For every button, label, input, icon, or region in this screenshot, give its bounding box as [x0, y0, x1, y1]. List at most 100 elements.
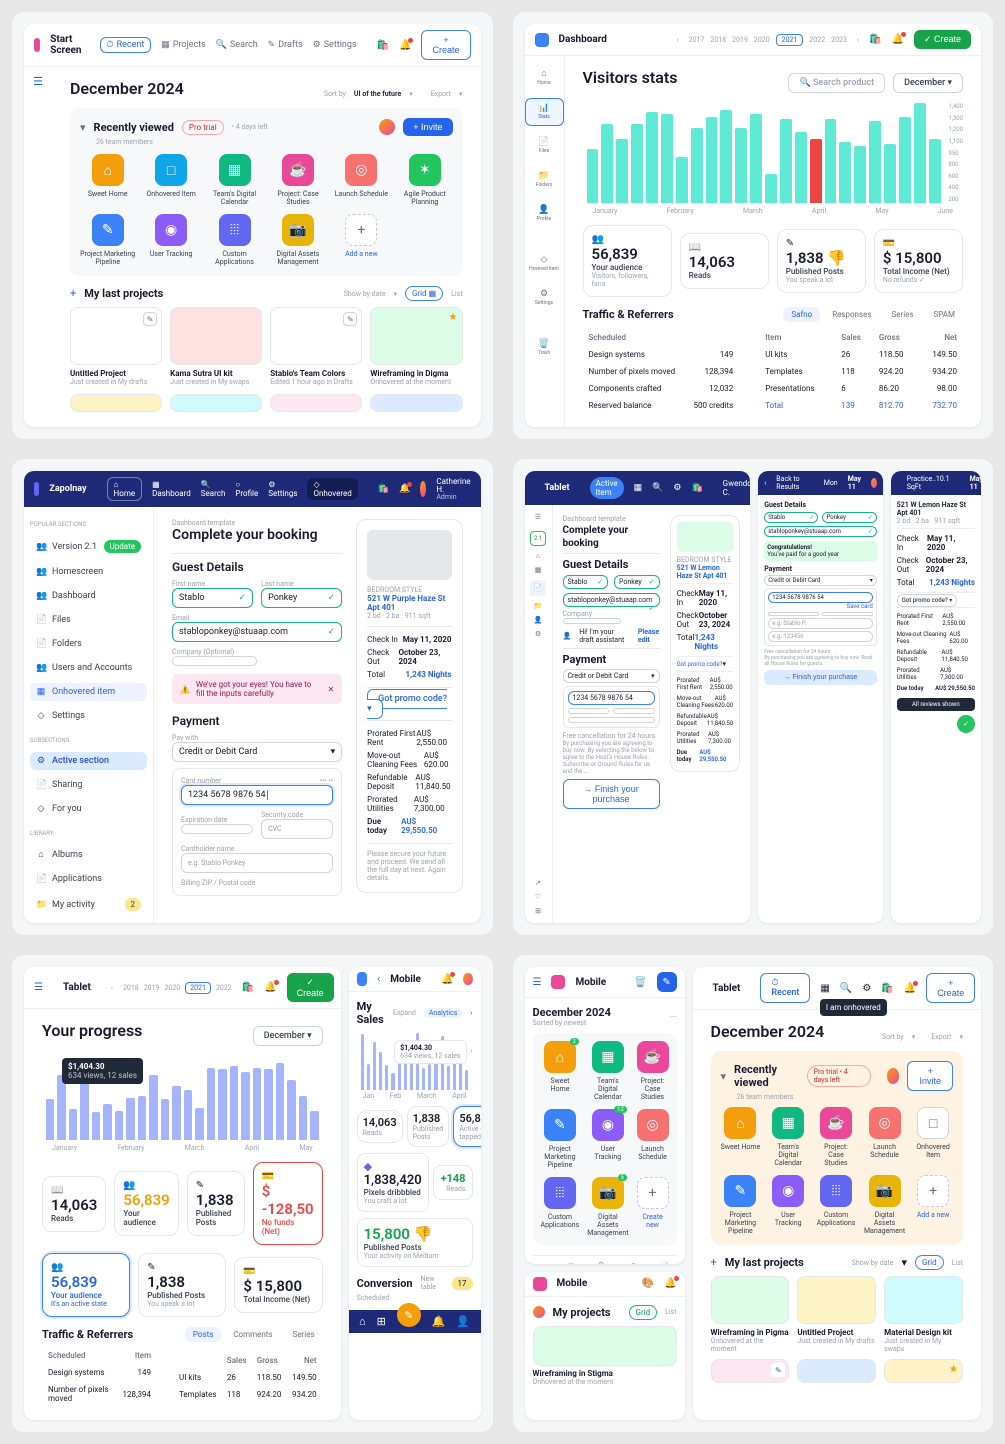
- confirm-fab[interactable]: ✓: [957, 715, 975, 733]
- stat-card[interactable]: ✎1,838 👎Published PostsYou speak a lot: [777, 229, 866, 293]
- chart-bar[interactable]: [869, 121, 881, 203]
- app-tile[interactable]: ◎Launch Schedule: [334, 154, 389, 206]
- sidebar-folders[interactable]: 📁Folders: [525, 166, 564, 194]
- chart-bar[interactable]: [646, 112, 658, 203]
- breadcrumb[interactable]: Dashboard template: [172, 519, 342, 527]
- chart-bar[interactable]: [914, 103, 926, 203]
- chart-bar[interactable]: [884, 144, 896, 203]
- export-btn[interactable]: Export: [431, 90, 451, 98]
- last-name-input[interactable]: Ponkey ✓: [261, 588, 342, 608]
- project-item[interactable]: ✎Untitled ProjectJust created in My draf…: [70, 307, 162, 386]
- sidebar-item[interactable]: 👥Homescreen: [30, 563, 147, 581]
- chart-bar[interactable]: [854, 146, 866, 203]
- sidebar-hovered-item[interactable]: ◇Hovered item: [525, 250, 564, 278]
- nav-dashboard[interactable]: ▦ Dashboard: [152, 480, 191, 498]
- menu-settings[interactable]: ⚙ Settings: [313, 37, 357, 53]
- chart-bar[interactable]: [839, 142, 851, 203]
- edit-fab[interactable]: ✎: [397, 1303, 421, 1327]
- year-tab[interactable]: 2021: [776, 34, 804, 46]
- chart-bar[interactable]: [631, 124, 643, 203]
- nav-settings[interactable]: ⚙ Settings: [268, 480, 297, 498]
- sort-value[interactable]: UI of the future: [354, 90, 401, 98]
- stat-card[interactable]: 👥56,839Your audienceVisitors, followers,…: [583, 225, 672, 297]
- card-number-input[interactable]: 1234 5678 9876 54: [181, 785, 333, 805]
- chart-bar[interactable]: [735, 128, 747, 203]
- add-new-tile[interactable]: +Add a new: [334, 214, 389, 266]
- plus-icon[interactable]: +: [70, 287, 76, 300]
- nav-search[interactable]: 🔍 Search: [201, 480, 226, 498]
- chart-bar[interactable]: [601, 124, 613, 203]
- app-tile[interactable]: ◉User Tracking: [143, 214, 198, 266]
- sidebar-item[interactable]: 📁My activity2: [30, 894, 147, 915]
- sidebar-item[interactable]: 👥Version 2.1Update: [30, 536, 147, 557]
- stat-card[interactable]: 📖14,063Reads: [680, 233, 769, 289]
- chart-bar[interactable]: [676, 157, 688, 203]
- create-button[interactable]: + Create: [421, 30, 470, 60]
- hamburger-icon[interactable]: ☰: [34, 982, 43, 993]
- avatar[interactable]: [420, 481, 426, 497]
- year-tab[interactable]: 2018: [710, 36, 726, 44]
- view-list[interactable]: List: [451, 290, 462, 298]
- finish-button[interactable]: → Finish your purchase: [563, 779, 660, 809]
- sidebar-item[interactable]: 👥Users and Accounts: [30, 659, 147, 677]
- first-name-input[interactable]: Stablo ✓: [172, 588, 253, 608]
- sidebar-item[interactable]: 📄Applications: [30, 870, 147, 888]
- project-item[interactable]: ★Wireframing in DigmaOnhovered at the mo…: [370, 307, 462, 386]
- year-tab[interactable]: 2022: [809, 36, 825, 44]
- tab[interactable]: SPAM: [926, 307, 963, 322]
- project-item[interactable]: ✎Stablo's Team ColorsEdited 1 hour ago i…: [270, 307, 362, 386]
- app-tile[interactable]: ⦙⦙⦙Custom Applications: [207, 214, 262, 266]
- nav-onhovered[interactable]: ◇ Onhovered: [307, 478, 357, 500]
- year-tab[interactable]: 2020: [754, 36, 770, 44]
- search-input[interactable]: 🔍 Search product: [788, 73, 885, 93]
- avatar[interactable]: [379, 119, 395, 135]
- app-tile[interactable]: ✶Agile Product Planning: [397, 154, 452, 206]
- bell-icon[interactable]: 🔔: [891, 34, 903, 45]
- email-input[interactable]: stabloponkey@stuaap.com ✓: [172, 622, 342, 642]
- sidebar-profile[interactable]: 👤Profile: [525, 200, 564, 228]
- chart-bar[interactable]: [616, 139, 628, 203]
- chart-bar[interactable]: [795, 132, 807, 203]
- sidebar-item[interactable]: ◇Settings: [30, 707, 147, 725]
- sidebar-item[interactable]: 📄Files: [30, 611, 147, 629]
- sidebar-files[interactable]: 📄Files: [525, 132, 564, 160]
- tab[interactable]: Safno: [783, 307, 820, 322]
- sidebar-item[interactable]: ▦Onhovered item: [30, 683, 147, 701]
- menu-recent[interactable]: ⏱ Recent: [100, 37, 152, 53]
- cart-icon[interactable]: 🛍️: [869, 34, 881, 45]
- chart-bar[interactable]: [587, 149, 599, 203]
- edit-button[interactable]: ✎: [657, 972, 677, 992]
- sidebar-item[interactable]: 📄Sharing: [30, 776, 147, 794]
- year-tab[interactable]: 2023: [831, 36, 847, 44]
- nav-home[interactable]: ⌂ Home: [107, 477, 143, 501]
- sidebar-stats[interactable]: 📊Stats: [525, 98, 564, 126]
- create-button[interactable]: ✓ Create: [914, 30, 971, 49]
- sidebar-item[interactable]: ◇For you: [30, 800, 147, 818]
- sidebar-settings[interactable]: ⚙Settings: [525, 284, 564, 312]
- exp-input[interactable]: [181, 824, 253, 834]
- bell-icon[interactable]: 🔔: [399, 40, 411, 51]
- menu-search[interactable]: 🔍 Search: [216, 37, 258, 53]
- chart-bar[interactable]: [720, 110, 732, 203]
- app-tile[interactable]: ⌂Sweet Home: [80, 154, 135, 206]
- year-tab[interactable]: 2019: [732, 36, 748, 44]
- chart-bar[interactable]: [750, 114, 762, 203]
- view-grid[interactable]: Grid ▦: [405, 286, 443, 301]
- hamburger-icon[interactable]: ☰: [33, 75, 43, 427]
- holder-input[interactable]: e.g. Stablo Ponkey: [181, 853, 333, 873]
- chart-bar[interactable]: [706, 117, 718, 203]
- invite-button[interactable]: + Invite: [403, 118, 452, 136]
- chart-bar[interactable]: [661, 114, 673, 203]
- chart-bar[interactable]: [765, 174, 777, 203]
- sidebar-item[interactable]: 📄Folders: [30, 635, 147, 653]
- chart-bar[interactable]: [780, 119, 792, 203]
- menu-drafts[interactable]: ✎ Drafts: [268, 37, 303, 53]
- tab[interactable]: Responses: [824, 307, 879, 322]
- sidebar-item[interactable]: ⌂Albums: [30, 845, 147, 864]
- cvc-input[interactable]: CVC: [261, 819, 333, 839]
- active-item-pill[interactable]: Active Item: [590, 477, 624, 499]
- project-item[interactable]: Kama Sutra UI kitJust created in My swap…: [170, 307, 262, 386]
- tab[interactable]: Series: [884, 307, 922, 322]
- app-tile[interactable]: □Onhovered Item: [143, 154, 198, 206]
- menu-projects[interactable]: ▦ Projects: [161, 37, 206, 53]
